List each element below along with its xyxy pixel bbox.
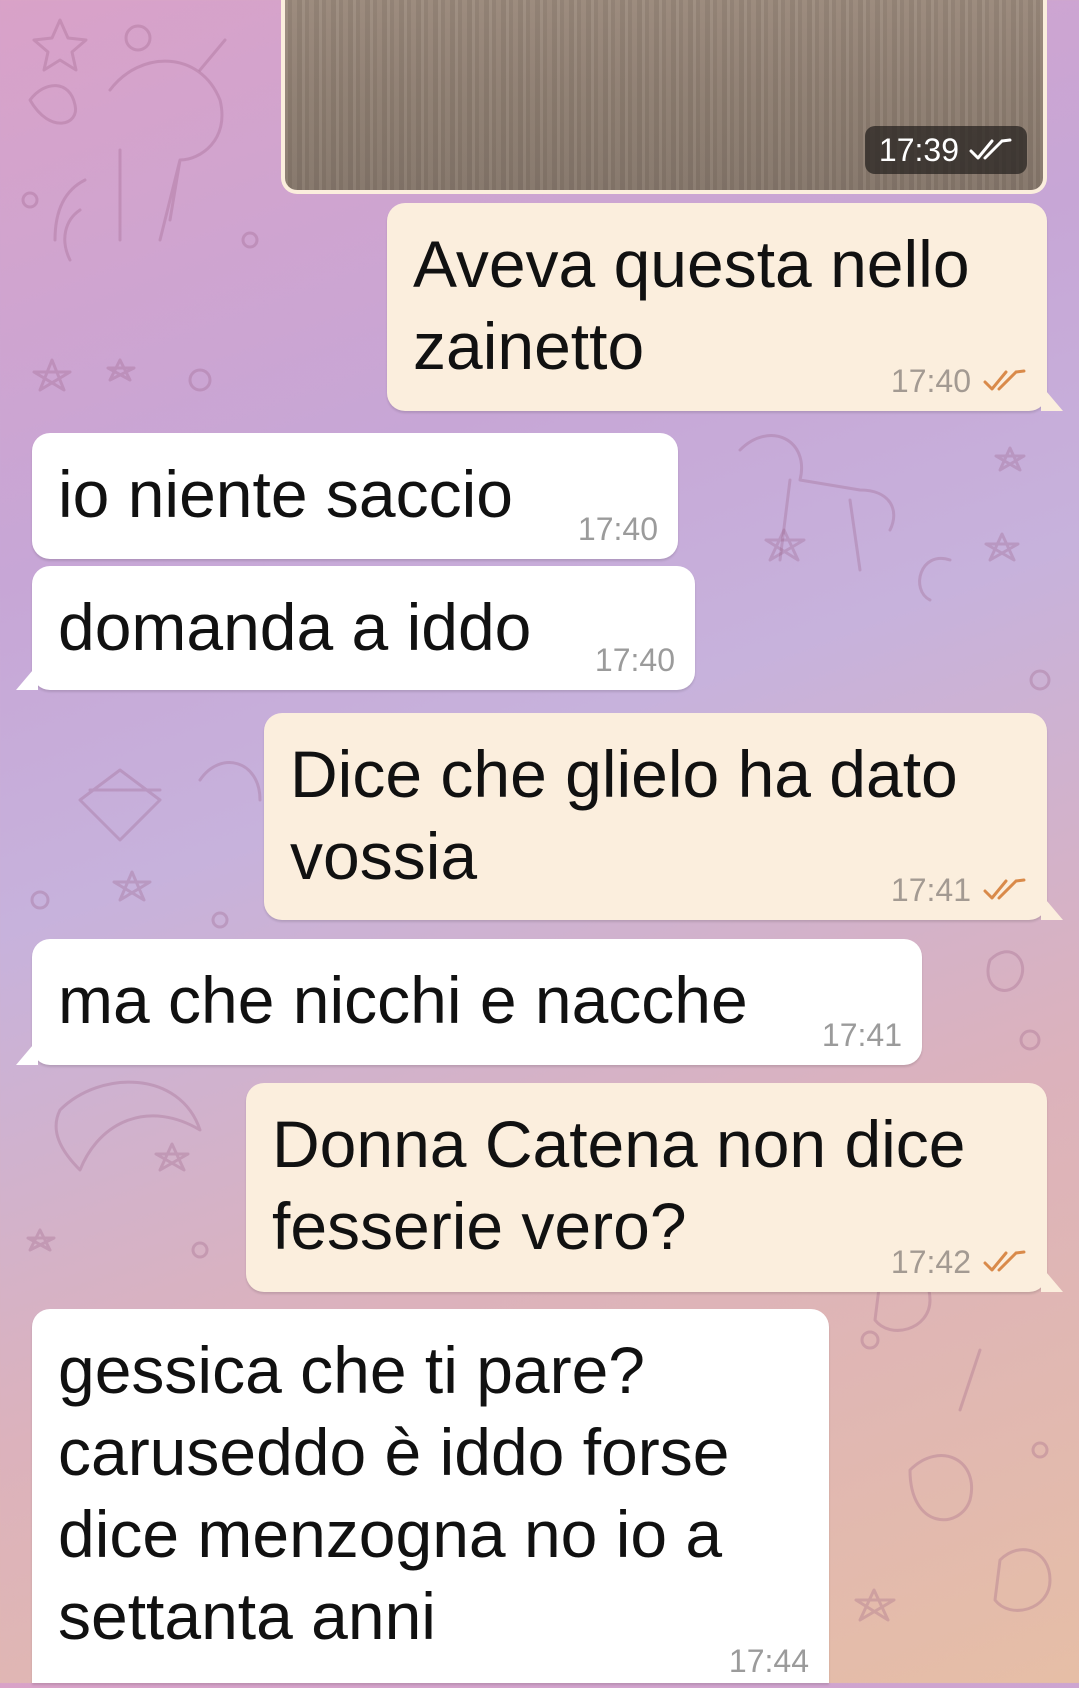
message-meta: 17:40 xyxy=(891,365,1027,397)
bubble-tail xyxy=(1041,385,1063,411)
message-time: 17:44 xyxy=(728,1643,809,1679)
message-time: 17:40 xyxy=(594,642,675,678)
message-text: gessica che ti pare? caruseddo è iddo fo… xyxy=(58,1333,730,1653)
double-check-icon xyxy=(983,369,1026,391)
message-text: io niente saccio xyxy=(58,457,513,531)
image-time: 17:39 xyxy=(878,131,959,168)
double-check-icon xyxy=(969,138,1012,160)
message-text: domanda a iddo xyxy=(58,590,532,664)
message-meta: 17:44 xyxy=(729,1645,809,1677)
incoming-message[interactable]: io niente saccio 17:40 xyxy=(32,433,678,559)
double-check-icon xyxy=(983,878,1026,900)
message-meta: 17:41 xyxy=(822,1019,902,1051)
outgoing-message[interactable]: Aveva questa nello zainetto 17:40 xyxy=(387,203,1063,411)
message-meta: 17:40 xyxy=(578,513,658,545)
outgoing-message[interactable]: Dice che glielo ha dato vossia 17:41 xyxy=(264,713,1063,920)
message-meta: 17:41 xyxy=(891,874,1027,906)
bubble-tail xyxy=(16,1039,38,1065)
message-time: 17:41 xyxy=(821,1017,902,1053)
double-check-icon xyxy=(983,1250,1026,1272)
incoming-message[interactable]: gessica che ti pare? caruseddo è iddo fo… xyxy=(32,1309,829,1683)
bubble-tail xyxy=(1041,1266,1063,1292)
message-time: 17:40 xyxy=(577,511,658,547)
message-meta: 17:40 xyxy=(595,644,675,676)
message-time: 17:40 xyxy=(890,363,971,399)
image-message[interactable]: 17:39 xyxy=(281,0,1047,194)
outgoing-message[interactable]: Donna Catena non dice fesserie vero? 17:… xyxy=(246,1083,1063,1292)
message-text: Donna Catena non dice fesserie vero? xyxy=(272,1107,966,1263)
bubble-tail xyxy=(1041,894,1063,920)
message-meta: 17:42 xyxy=(891,1246,1027,1278)
incoming-message[interactable]: ma che nicchi e nacche 17:41 xyxy=(16,939,922,1065)
image-time-stamp: 17:39 xyxy=(864,126,1027,174)
message-time: 17:42 xyxy=(890,1244,971,1280)
message-time: 17:41 xyxy=(890,872,971,908)
message-text: ma che nicchi e nacche xyxy=(58,963,748,1037)
incoming-message[interactable]: domanda a iddo 17:40 xyxy=(16,566,695,690)
bubble-tail xyxy=(16,664,38,690)
